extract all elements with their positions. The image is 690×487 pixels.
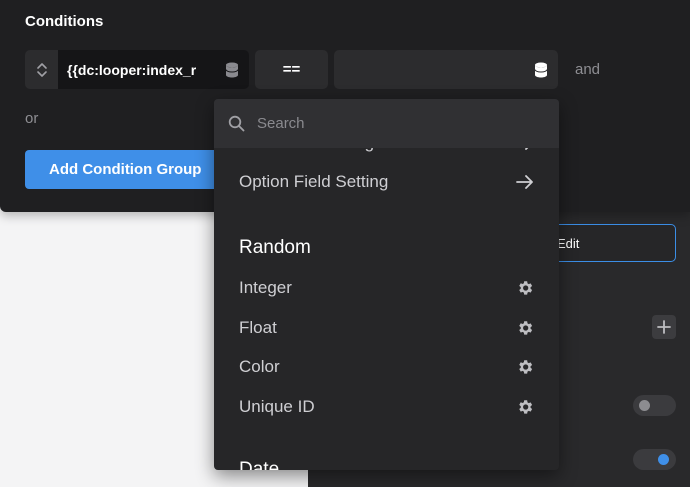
or-label: or	[25, 110, 39, 127]
list-item-color[interactable]: Color	[239, 354, 534, 380]
dynamic-content-dropdown: Search User Field Setting Option Field S…	[214, 99, 559, 470]
edit-button-label: Edit	[557, 235, 580, 251]
search-input[interactable]: Search	[214, 99, 559, 148]
condition-key-field[interactable]: {{dc:looper:index_r	[58, 50, 249, 89]
group-heading-random: Random	[239, 237, 311, 258]
chevron-up-down-icon	[36, 62, 48, 78]
condition-key-value: {{dc:looper:index_r	[67, 61, 197, 78]
gear-icon[interactable]	[516, 319, 534, 337]
list-item-unique-id[interactable]: Unique ID	[239, 394, 534, 420]
list-item-float[interactable]: Float	[239, 315, 534, 341]
add-button[interactable]	[652, 315, 676, 339]
condition-sort-handle[interactable]	[25, 50, 58, 89]
list-item-label: Color	[239, 357, 280, 376]
dropdown-list: User Field Setting Option Field Setting …	[214, 99, 559, 470]
list-item-option-field-setting[interactable]: Option Field Setting	[239, 169, 534, 195]
gear-icon[interactable]	[516, 279, 534, 297]
toggle-switch-on[interactable]	[633, 449, 676, 470]
condition-value-field[interactable]	[334, 50, 558, 89]
toggle-switch-off[interactable]	[633, 395, 676, 416]
gear-icon[interactable]	[516, 358, 534, 376]
database-icon[interactable]	[225, 62, 239, 78]
plus-icon	[657, 320, 671, 334]
search-placeholder: Search	[257, 115, 305, 132]
panel-title: Conditions	[25, 13, 104, 30]
toggle-knob	[658, 454, 669, 465]
list-item-label: Float	[239, 318, 277, 337]
group-heading-date: Date	[239, 459, 280, 470]
database-icon[interactable]	[534, 62, 548, 78]
arrow-right-icon	[516, 175, 534, 189]
toggle-knob	[639, 400, 650, 411]
list-item-label: Integer	[239, 278, 292, 297]
operator-select[interactable]: ==	[255, 50, 328, 89]
list-item-label: Option Field Setting	[239, 172, 389, 191]
list-item-integer[interactable]: Integer	[239, 275, 534, 301]
list-item-label: Unique ID	[239, 397, 315, 416]
gear-icon[interactable]	[516, 398, 534, 416]
add-condition-group-button[interactable]: Add Condition Group	[25, 150, 225, 189]
search-icon	[228, 115, 245, 132]
and-label: and	[575, 61, 601, 78]
